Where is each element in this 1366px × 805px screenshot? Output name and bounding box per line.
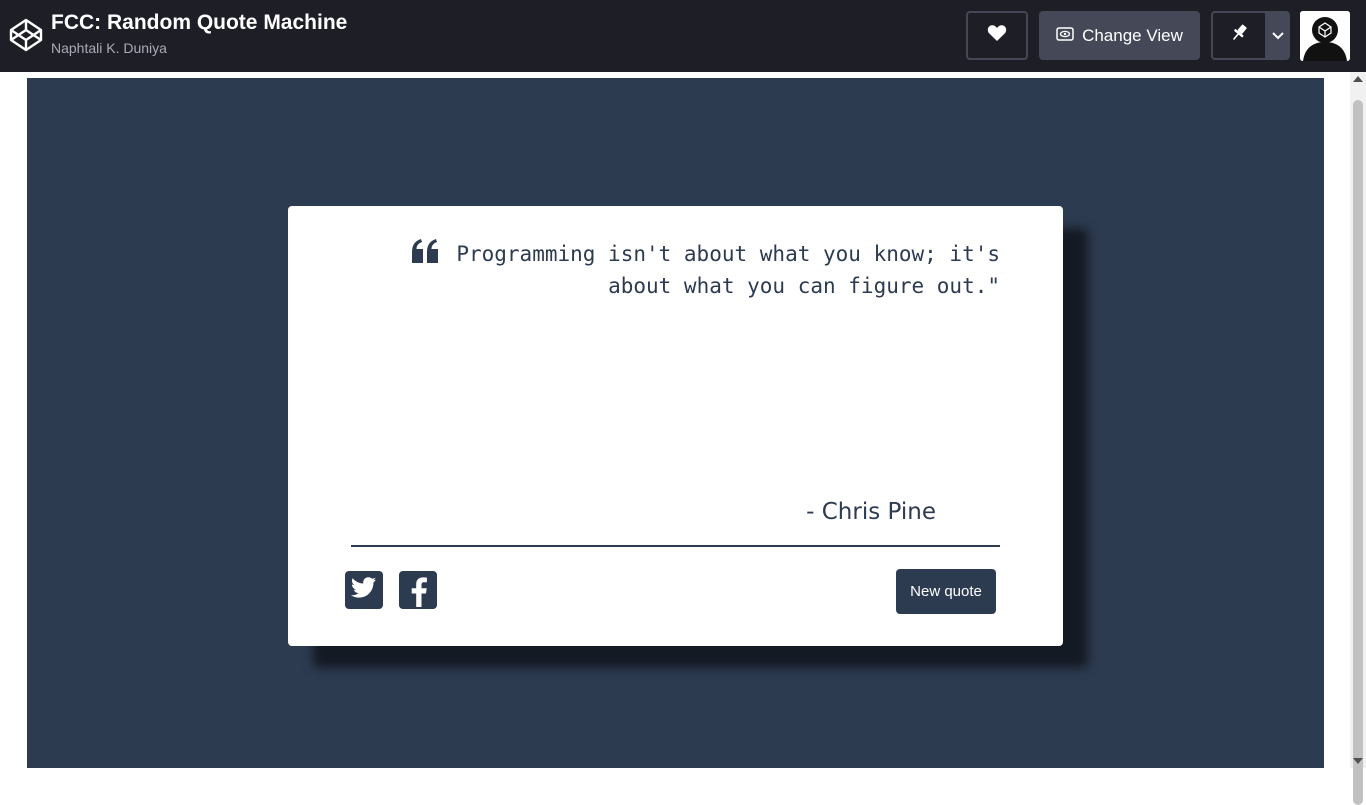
quote-box: Programming isn't about what you know; i… — [288, 206, 1063, 646]
pen-title: FCC: Random Quote Machine — [51, 11, 348, 34]
pin-dropdown-button[interactable] — [1265, 11, 1290, 60]
quote-text: Programming isn't about what you know; i… — [456, 242, 1000, 298]
pen-author-link[interactable]: Naphtali K. Duniya — [51, 38, 347, 58]
user-avatar[interactable] — [1300, 11, 1350, 61]
quote-author: - Chris Pine — [806, 499, 936, 525]
pin-button[interactable] — [1211, 11, 1267, 60]
scrollbar-thumb[interactable] — [1353, 100, 1363, 805]
codepen-logo-icon[interactable] — [8, 17, 44, 53]
twitter-icon — [351, 576, 377, 604]
pin-icon — [1230, 23, 1248, 48]
new-quote-button[interactable]: New quote — [896, 569, 996, 614]
facebook-share-button[interactable] — [399, 571, 437, 609]
codepen-header: FCC: Random Quote Machine Naphtali K. Du… — [0, 0, 1366, 72]
divider — [351, 545, 1000, 547]
pen-info: FCC: Random Quote Machine Naphtali K. Du… — [51, 10, 347, 58]
change-view-button[interactable]: Change View — [1039, 11, 1200, 60]
facebook-icon — [408, 569, 428, 612]
chevron-down-icon — [1271, 27, 1285, 45]
scroll-up-arrow-icon[interactable] — [1353, 76, 1363, 82]
like-button[interactable] — [966, 11, 1028, 60]
change-view-label: Change View — [1082, 25, 1183, 45]
heart-icon — [987, 24, 1007, 47]
tweet-quote-button[interactable] — [345, 571, 383, 609]
preview-scrollbar[interactable] — [1350, 72, 1366, 805]
quote-left-icon — [411, 239, 439, 265]
eye-icon — [1056, 26, 1074, 46]
scroll-down-arrow-icon[interactable] — [1353, 758, 1363, 764]
